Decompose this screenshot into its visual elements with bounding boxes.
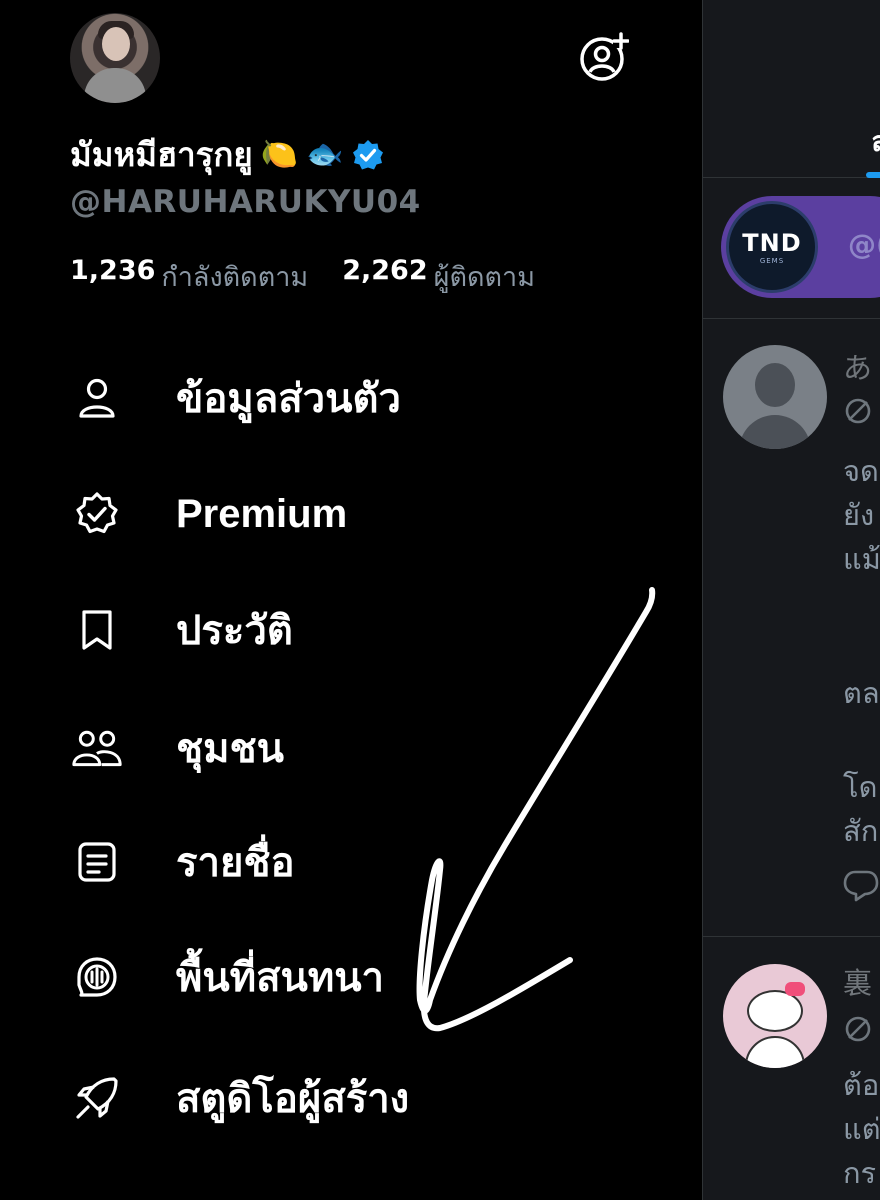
- menu-label-profile: ข้อมูลส่วนตัว: [176, 376, 401, 422]
- lemon-emoji: 🍋: [260, 137, 299, 172]
- community-note-icon: [845, 1016, 871, 1042]
- tweet-text-line: จด: [843, 454, 879, 488]
- menu-item-creator-studio[interactable]: สตูดิโอผู้สร้าง: [0, 1058, 600, 1138]
- tweet-text-line: กร: [843, 1156, 877, 1190]
- tweet-text-line: 『: [863, 622, 880, 664]
- tweet-author-name[interactable]: 裏: [843, 960, 872, 1002]
- menu-label-history: ประวัติ: [176, 608, 293, 654]
- tweet-author-avatar[interactable]: [723, 345, 827, 449]
- tweet-author-avatar[interactable]: [723, 964, 827, 1068]
- user-handle: @HARUHARUKYU04: [70, 184, 421, 220]
- following-count[interactable]: 1,236: [70, 255, 155, 298]
- active-tab-indicator: [866, 172, 880, 178]
- tweet-text-line: ตล: [843, 676, 880, 710]
- rocket-icon: [72, 1073, 122, 1123]
- tweet-text-line: ต้อ: [843, 1068, 880, 1102]
- menu-item-profile[interactable]: ข้อมูลส่วนตัว: [0, 358, 600, 438]
- profile-avatar[interactable]: [70, 13, 160, 103]
- menu-item-communities[interactable]: ชุมชน: [0, 708, 600, 788]
- menu-item-spaces[interactable]: พื้นที่สนทนา: [0, 937, 600, 1017]
- person-icon: [72, 373, 122, 423]
- community-handle: @(: [848, 228, 880, 261]
- add-account-icon: [580, 32, 629, 81]
- menu-label-communities: ชุมชน: [176, 726, 285, 772]
- verified-badge-icon: [351, 138, 385, 172]
- following-label[interactable]: กำลังติดตาม: [161, 255, 308, 298]
- display-name-text: มัมหมีฮารุกยู: [70, 135, 253, 174]
- tweet-text-line: แม้: [843, 542, 880, 576]
- followers-count[interactable]: 2,262: [342, 255, 427, 298]
- spaces-icon: [72, 952, 122, 1002]
- tweet-text-line: โด: [843, 770, 878, 804]
- timeline-tab-label[interactable]: ล: [871, 120, 880, 164]
- followers-label[interactable]: ผู้ติดตาม: [434, 255, 535, 298]
- community-logo-text: TND: [742, 229, 802, 257]
- menu-label-lists: รายชื่อ: [176, 840, 295, 886]
- follow-stats: 1,236 กำลังติดตาม 2,262 ผู้ติดตาม: [70, 255, 535, 298]
- menu-item-premium[interactable]: Premium: [0, 474, 600, 554]
- reply-icon[interactable]: [843, 868, 879, 902]
- divider: [703, 936, 880, 937]
- display-name[interactable]: มัมหมีฮารุกยู 🍋 🐟: [70, 128, 385, 181]
- tweet-text-line: แต่: [843, 1112, 880, 1146]
- list-icon: [72, 837, 122, 887]
- navigation-drawer: มัมหมีฮารุกยู 🍋 🐟 @HARUHARUKYU04 1,236 ก…: [0, 0, 702, 1200]
- fish-emoji: 🐟: [306, 137, 344, 172]
- tweet-text-line: ยัง: [843, 498, 875, 532]
- add-account-button[interactable]: [578, 31, 630, 83]
- people-icon: [72, 723, 122, 773]
- menu-item-lists[interactable]: รายชื่อ: [0, 822, 600, 902]
- menu-label-premium: Premium: [176, 491, 348, 536]
- divider: [703, 318, 880, 319]
- bookmark-icon: [72, 605, 122, 655]
- timeline-tab-bar: ล: [703, 0, 880, 178]
- menu-item-history[interactable]: ประวัติ: [0, 590, 600, 670]
- verified-badge-outline-icon: [72, 489, 122, 539]
- menu-label-creator-studio: สตูดิโอผู้สร้าง: [176, 1076, 410, 1122]
- menu-label-spaces: พื้นที่สนทนา: [176, 955, 385, 1001]
- timeline-panel: ล TND GEMS @( あ จด ยัง แม้ 『 ตล โด สัก 裏…: [702, 0, 880, 1200]
- tweet-author-name[interactable]: あ: [843, 345, 872, 387]
- community-note-icon: [845, 398, 871, 424]
- community-logo[interactable]: TND GEMS: [726, 201, 818, 293]
- community-logo-subtext: GEMS: [759, 257, 785, 265]
- tweet-text-line: สัก: [843, 814, 879, 848]
